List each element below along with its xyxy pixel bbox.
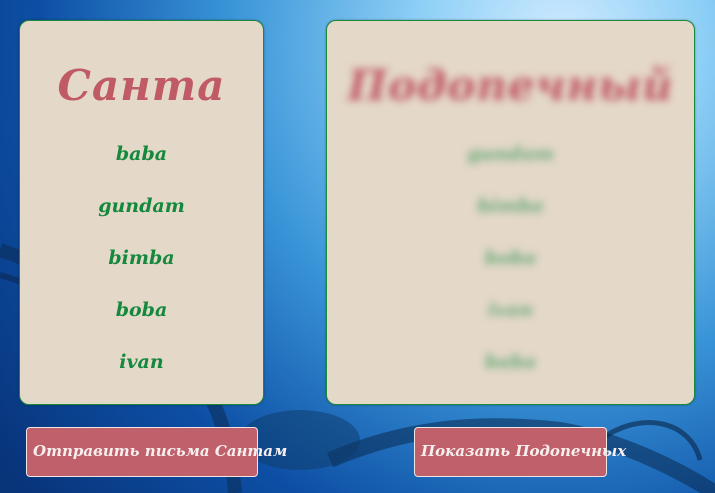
wards-title: Подопечный [347,61,674,110]
ward-name-item: bimba [477,195,544,217]
santa-name-item: bimba [108,247,175,269]
wards-panel: Подопечный gundam bimba boba ivan baba [326,20,695,405]
santa-panel: Санта baba gundam bimba boba ivan [19,20,264,405]
ward-name-item: baba [484,351,537,373]
santa-name-item: baba [115,143,168,165]
wards-name-list: gundam bimba boba ivan baba [327,141,694,401]
santa-name-list: baba gundam bimba boba ivan [20,141,263,401]
santa-name-item: boba [115,299,168,321]
santa-name-item: gundam [98,195,185,217]
send-letters-button[interactable]: Отправить письма Сантам [26,427,287,477]
santa-title: Санта [57,61,226,110]
ward-name-item: gundam [467,143,554,165]
ward-name-item: boba [484,247,537,269]
ward-name-item: ivan [488,299,533,321]
santa-name-item: ivan [119,351,164,373]
show-wards-button[interactable]: Показать Подопечных [414,427,626,477]
